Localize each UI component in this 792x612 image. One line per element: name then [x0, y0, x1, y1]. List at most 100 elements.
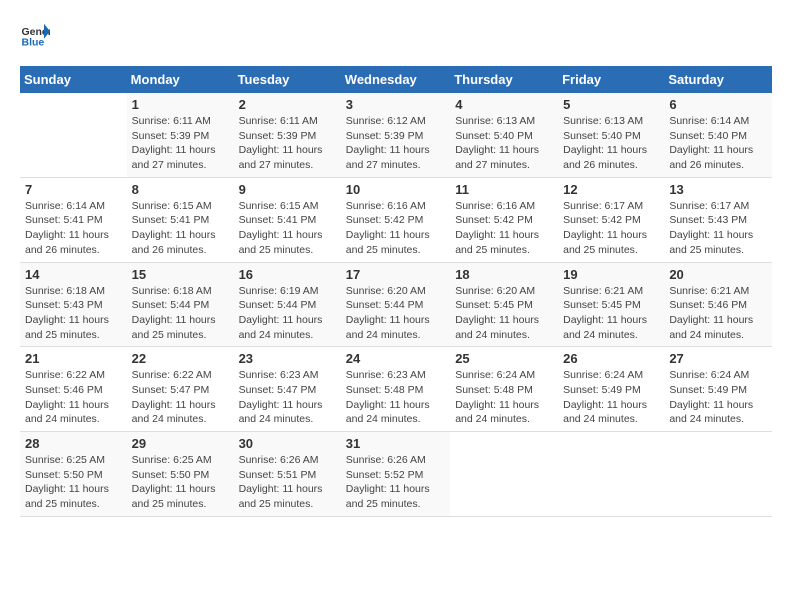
day-number: 1	[132, 97, 229, 112]
day-number: 12	[563, 182, 659, 197]
day-info: Sunrise: 6:21 AMSunset: 5:46 PMDaylight:…	[669, 284, 767, 343]
day-number: 4	[455, 97, 553, 112]
day-number: 30	[239, 436, 336, 451]
day-cell: 26 Sunrise: 6:24 AMSunset: 5:49 PMDaylig…	[558, 347, 664, 432]
day-info: Sunrise: 6:20 AMSunset: 5:44 PMDaylight:…	[346, 284, 445, 343]
day-info: Sunrise: 6:14 AMSunset: 5:40 PMDaylight:…	[669, 114, 767, 173]
day-cell: 24 Sunrise: 6:23 AMSunset: 5:48 PMDaylig…	[341, 347, 450, 432]
day-number: 27	[669, 351, 767, 366]
week-row-2: 7 Sunrise: 6:14 AMSunset: 5:41 PMDayligh…	[20, 177, 772, 262]
day-cell: 23 Sunrise: 6:23 AMSunset: 5:47 PMDaylig…	[234, 347, 341, 432]
day-cell: 3 Sunrise: 6:12 AMSunset: 5:39 PMDayligh…	[341, 93, 450, 177]
week-row-5: 28 Sunrise: 6:25 AMSunset: 5:50 PMDaylig…	[20, 432, 772, 517]
day-number: 26	[563, 351, 659, 366]
logo: General Blue	[20, 20, 50, 50]
day-info: Sunrise: 6:16 AMSunset: 5:42 PMDaylight:…	[455, 199, 553, 258]
day-cell: 20 Sunrise: 6:21 AMSunset: 5:46 PMDaylig…	[664, 262, 772, 347]
day-cell: 31 Sunrise: 6:26 AMSunset: 5:52 PMDaylig…	[341, 432, 450, 517]
day-cell: 18 Sunrise: 6:20 AMSunset: 5:45 PMDaylig…	[450, 262, 558, 347]
day-number: 11	[455, 182, 553, 197]
day-info: Sunrise: 6:21 AMSunset: 5:45 PMDaylight:…	[563, 284, 659, 343]
day-cell: 29 Sunrise: 6:25 AMSunset: 5:50 PMDaylig…	[127, 432, 234, 517]
day-number: 3	[346, 97, 445, 112]
day-cell: 2 Sunrise: 6:11 AMSunset: 5:39 PMDayligh…	[234, 93, 341, 177]
weekday-header-monday: Monday	[127, 66, 234, 93]
day-number: 8	[132, 182, 229, 197]
day-number: 2	[239, 97, 336, 112]
svg-text:Blue: Blue	[22, 37, 45, 49]
week-row-1: 1 Sunrise: 6:11 AMSunset: 5:39 PMDayligh…	[20, 93, 772, 177]
day-number: 31	[346, 436, 445, 451]
day-info: Sunrise: 6:17 AMSunset: 5:42 PMDaylight:…	[563, 199, 659, 258]
day-number: 18	[455, 267, 553, 282]
day-number: 21	[25, 351, 122, 366]
day-number: 28	[25, 436, 122, 451]
day-cell: 9 Sunrise: 6:15 AMSunset: 5:41 PMDayligh…	[234, 177, 341, 262]
day-cell: 5 Sunrise: 6:13 AMSunset: 5:40 PMDayligh…	[558, 93, 664, 177]
day-info: Sunrise: 6:18 AMSunset: 5:44 PMDaylight:…	[132, 284, 229, 343]
weekday-header-row: SundayMondayTuesdayWednesdayThursdayFrid…	[20, 66, 772, 93]
day-number: 14	[25, 267, 122, 282]
week-row-4: 21 Sunrise: 6:22 AMSunset: 5:46 PMDaylig…	[20, 347, 772, 432]
day-info: Sunrise: 6:26 AMSunset: 5:51 PMDaylight:…	[239, 453, 336, 512]
day-info: Sunrise: 6:17 AMSunset: 5:43 PMDaylight:…	[669, 199, 767, 258]
day-number: 20	[669, 267, 767, 282]
day-cell: 12 Sunrise: 6:17 AMSunset: 5:42 PMDaylig…	[558, 177, 664, 262]
day-cell: 22 Sunrise: 6:22 AMSunset: 5:47 PMDaylig…	[127, 347, 234, 432]
day-info: Sunrise: 6:25 AMSunset: 5:50 PMDaylight:…	[25, 453, 122, 512]
day-info: Sunrise: 6:25 AMSunset: 5:50 PMDaylight:…	[132, 453, 229, 512]
day-number: 9	[239, 182, 336, 197]
day-info: Sunrise: 6:15 AMSunset: 5:41 PMDaylight:…	[132, 199, 229, 258]
day-info: Sunrise: 6:12 AMSunset: 5:39 PMDaylight:…	[346, 114, 445, 173]
day-info: Sunrise: 6:20 AMSunset: 5:45 PMDaylight:…	[455, 284, 553, 343]
day-info: Sunrise: 6:26 AMSunset: 5:52 PMDaylight:…	[346, 453, 445, 512]
day-number: 10	[346, 182, 445, 197]
day-cell: 8 Sunrise: 6:15 AMSunset: 5:41 PMDayligh…	[127, 177, 234, 262]
day-number: 29	[132, 436, 229, 451]
day-cell: 27 Sunrise: 6:24 AMSunset: 5:49 PMDaylig…	[664, 347, 772, 432]
day-cell: 4 Sunrise: 6:13 AMSunset: 5:40 PMDayligh…	[450, 93, 558, 177]
day-number: 7	[25, 182, 122, 197]
week-row-3: 14 Sunrise: 6:18 AMSunset: 5:43 PMDaylig…	[20, 262, 772, 347]
day-info: Sunrise: 6:22 AMSunset: 5:47 PMDaylight:…	[132, 368, 229, 427]
day-number: 17	[346, 267, 445, 282]
day-number: 19	[563, 267, 659, 282]
day-cell: 19 Sunrise: 6:21 AMSunset: 5:45 PMDaylig…	[558, 262, 664, 347]
day-cell: 14 Sunrise: 6:18 AMSunset: 5:43 PMDaylig…	[20, 262, 127, 347]
calendar-table: SundayMondayTuesdayWednesdayThursdayFrid…	[20, 66, 772, 517]
weekday-header-friday: Friday	[558, 66, 664, 93]
weekday-header-thursday: Thursday	[450, 66, 558, 93]
day-cell: 21 Sunrise: 6:22 AMSunset: 5:46 PMDaylig…	[20, 347, 127, 432]
day-info: Sunrise: 6:22 AMSunset: 5:46 PMDaylight:…	[25, 368, 122, 427]
day-info: Sunrise: 6:23 AMSunset: 5:48 PMDaylight:…	[346, 368, 445, 427]
day-info: Sunrise: 6:16 AMSunset: 5:42 PMDaylight:…	[346, 199, 445, 258]
day-cell: 28 Sunrise: 6:25 AMSunset: 5:50 PMDaylig…	[20, 432, 127, 517]
day-info: Sunrise: 6:13 AMSunset: 5:40 PMDaylight:…	[455, 114, 553, 173]
day-number: 15	[132, 267, 229, 282]
day-cell: 11 Sunrise: 6:16 AMSunset: 5:42 PMDaylig…	[450, 177, 558, 262]
day-info: Sunrise: 6:24 AMSunset: 5:49 PMDaylight:…	[669, 368, 767, 427]
day-info: Sunrise: 6:13 AMSunset: 5:40 PMDaylight:…	[563, 114, 659, 173]
day-cell: 30 Sunrise: 6:26 AMSunset: 5:51 PMDaylig…	[234, 432, 341, 517]
day-cell: 1 Sunrise: 6:11 AMSunset: 5:39 PMDayligh…	[127, 93, 234, 177]
day-info: Sunrise: 6:14 AMSunset: 5:41 PMDaylight:…	[25, 199, 122, 258]
day-cell	[664, 432, 772, 517]
weekday-header-sunday: Sunday	[20, 66, 127, 93]
day-info: Sunrise: 6:15 AMSunset: 5:41 PMDaylight:…	[239, 199, 336, 258]
day-cell: 10 Sunrise: 6:16 AMSunset: 5:42 PMDaylig…	[341, 177, 450, 262]
day-cell: 13 Sunrise: 6:17 AMSunset: 5:43 PMDaylig…	[664, 177, 772, 262]
day-number: 6	[669, 97, 767, 112]
weekday-header-saturday: Saturday	[664, 66, 772, 93]
day-info: Sunrise: 6:19 AMSunset: 5:44 PMDaylight:…	[239, 284, 336, 343]
day-number: 25	[455, 351, 553, 366]
day-cell	[450, 432, 558, 517]
day-cell	[20, 93, 127, 177]
day-number: 23	[239, 351, 336, 366]
page-header: General Blue	[20, 20, 772, 50]
weekday-header-tuesday: Tuesday	[234, 66, 341, 93]
day-cell: 7 Sunrise: 6:14 AMSunset: 5:41 PMDayligh…	[20, 177, 127, 262]
day-number: 5	[563, 97, 659, 112]
day-cell: 16 Sunrise: 6:19 AMSunset: 5:44 PMDaylig…	[234, 262, 341, 347]
day-cell	[558, 432, 664, 517]
day-number: 16	[239, 267, 336, 282]
